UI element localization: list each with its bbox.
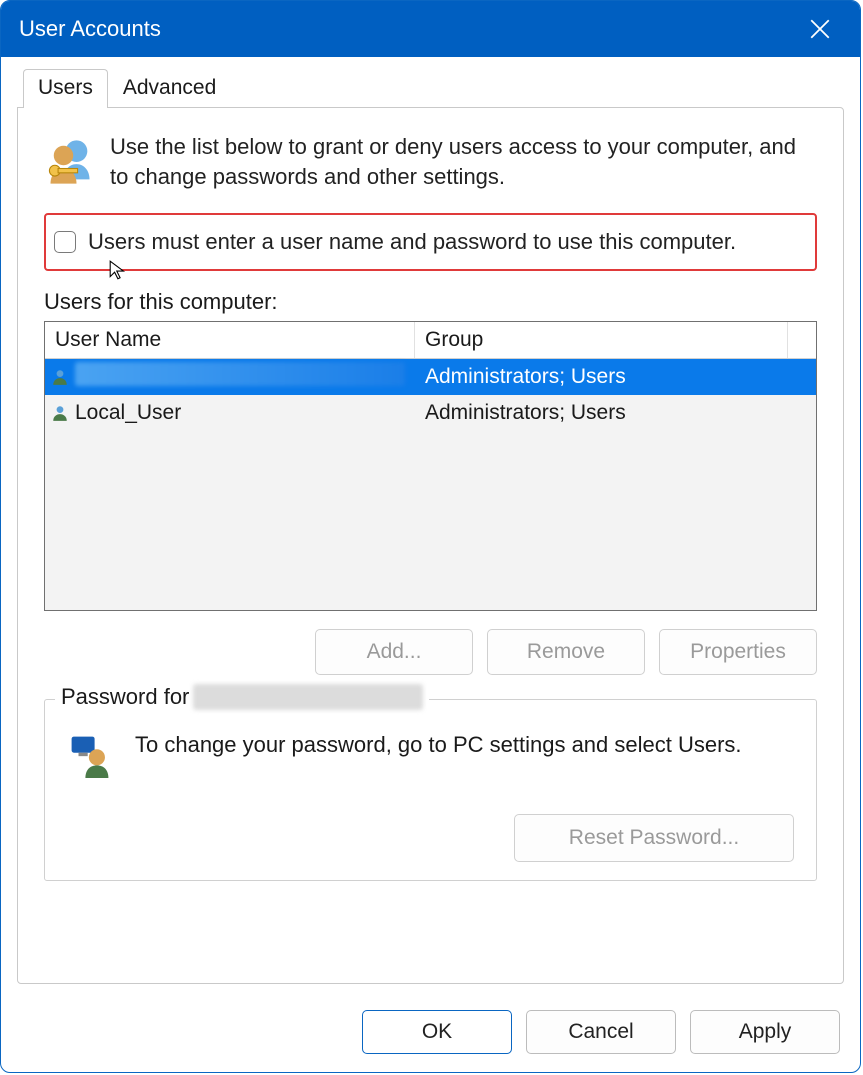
password-info-text: To change your password, go to PC settin… [135,730,742,761]
cell-username: Local_User [75,401,415,425]
tab-panel-users: Use the list below to grant or deny user… [17,107,844,984]
remove-button[interactable]: Remove [487,629,645,675]
intro-text: Use the list below to grant or deny user… [110,132,817,191]
tab-advanced[interactable]: Advanced [108,69,231,108]
ok-button[interactable]: OK [362,1010,512,1054]
cell-group: Administrators; Users [415,401,816,425]
cancel-button[interactable]: Cancel [526,1010,676,1054]
user-icon [51,404,69,422]
table-row[interactable]: Administrators; Users [45,359,816,395]
require-password-row: Users must enter a user name and passwor… [44,213,817,271]
password-groupbox: Password for To change your password, go… [44,699,817,881]
dialog-footer: OK Cancel Apply [1,1000,860,1072]
properties-button[interactable]: Properties [659,629,817,675]
column-spacer [788,322,816,358]
password-info-row: To change your password, go to PC settin… [67,730,794,778]
table-body: Administrators; Users Local_User Adminis… [45,359,816,610]
column-username[interactable]: User Name [45,322,415,358]
user-buttons-row: Add... Remove Properties [44,629,817,675]
close-icon [810,19,830,39]
close-button[interactable] [796,5,844,53]
titlebar: User Accounts [1,1,860,57]
password-legend-user [193,684,423,710]
cell-group: Administrators; Users [415,365,816,389]
apply-button[interactable]: Apply [690,1010,840,1054]
users-table: User Name Group Administrators; Users [44,321,817,611]
password-legend: Password for [55,684,429,710]
tabstrip: Users Advanced [17,69,844,108]
reset-password-row: Reset Password... [67,814,794,862]
users-list-label: Users for this computer: [44,289,817,315]
users-key-icon [44,136,96,188]
require-password-label: Users must enter a user name and passwor… [88,229,736,255]
window-title: User Accounts [19,16,796,42]
user-icon [51,368,69,386]
intro-row: Use the list below to grant or deny user… [44,132,817,191]
table-row[interactable]: Local_User Administrators; Users [45,395,816,431]
add-button[interactable]: Add... [315,629,473,675]
column-group[interactable]: Group [415,322,788,358]
require-password-checkbox[interactable] [54,231,76,253]
reset-password-button[interactable]: Reset Password... [514,814,794,862]
user-accounts-dialog: User Accounts Users Advanced [0,0,861,1073]
dialog-content: Users Advanced Use the list below to gra… [1,57,860,1000]
tab-users[interactable]: Users [23,69,108,108]
user-monitor-icon [67,732,113,778]
cell-username [75,362,415,392]
cursor-icon [108,259,130,281]
password-legend-text: Password for [61,684,189,710]
table-header: User Name Group [45,322,816,359]
